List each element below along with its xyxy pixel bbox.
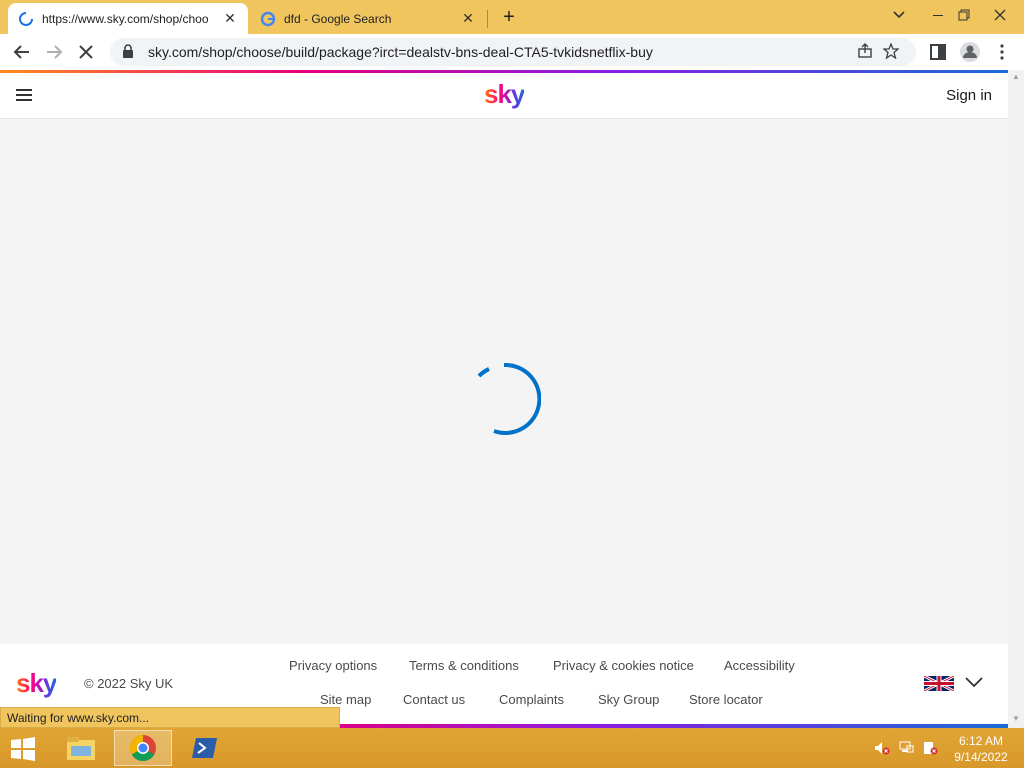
tab-title: dfd - Google Search: [284, 11, 392, 26]
clock-time: 6:12 AM: [958, 734, 1004, 748]
footer-link-complaints[interactable]: Complaints: [499, 692, 564, 707]
footer-sky-logo[interactable]: sky: [16, 668, 57, 699]
powershell-icon: [192, 738, 217, 758]
footer-link-privacy-options[interactable]: Privacy options: [289, 658, 377, 673]
powershell-taskbar-button[interactable]: [176, 730, 234, 766]
footer-link-store-locator[interactable]: Store locator: [689, 692, 763, 707]
page-scrollbar[interactable]: [1008, 70, 1024, 728]
footer-link-site-map[interactable]: Site map: [320, 692, 371, 707]
uk-flag-icon[interactable]: [924, 676, 954, 691]
close-window-button[interactable]: [980, 4, 1020, 26]
folder-icon: [67, 737, 95, 760]
site-header: sky Sign in: [0, 73, 1008, 119]
copyright-text: © 2022 Sky UK: [84, 676, 174, 691]
kebab-menu-icon[interactable]: [990, 40, 1014, 64]
scroll-up-arrow-icon[interactable]: ▲: [1012, 72, 1020, 81]
share-icon[interactable]: [852, 42, 878, 62]
lock-icon[interactable]: [122, 43, 136, 61]
windows-start-icon[interactable]: [8, 736, 38, 762]
bookmark-star-icon[interactable]: [878, 41, 904, 62]
profile-avatar-icon[interactable]: [958, 40, 982, 64]
file-explorer-button[interactable]: [52, 730, 110, 766]
chrome-taskbar-button[interactable]: [114, 730, 172, 766]
minimize-button[interactable]: [928, 4, 948, 26]
footer-link-sky-group[interactable]: Sky Group: [598, 692, 659, 707]
stop-loading-icon[interactable]: [74, 40, 98, 64]
tab-search-chevron-icon[interactable]: [888, 4, 910, 26]
sky-logo[interactable]: sky: [484, 79, 525, 110]
browser-toolbar: sky.com/shop/choose/build/package?irct=d…: [0, 34, 1024, 70]
tab-title: https://www.sky.com/shop/choo: [42, 11, 209, 26]
google-icon: [260, 11, 276, 26]
volume-muted-icon[interactable]: [874, 740, 890, 756]
close-tab-icon[interactable]: ✕: [222, 10, 238, 27]
hamburger-menu-icon[interactable]: [16, 89, 32, 103]
footer-link-contact-us[interactable]: Contact us: [403, 692, 465, 707]
tab-strip: https://www.sky.com/shop/choo ✕ dfd - Go…: [0, 0, 1024, 34]
tab-google-search[interactable]: dfd - Google Search ✕: [250, 3, 486, 34]
tab-sky[interactable]: https://www.sky.com/shop/choo ✕: [8, 3, 248, 34]
footer-link-privacy-cookies[interactable]: Privacy & cookies notice: [553, 658, 694, 673]
taskbar: 6:12 AM 9/14/2022: [0, 728, 1024, 768]
network-icon[interactable]: [898, 740, 914, 756]
tab-separator: [487, 10, 488, 28]
url-text[interactable]: sky.com/shop/choose/build/package?irct=d…: [148, 44, 852, 60]
forward-arrow-icon[interactable]: [42, 40, 66, 64]
address-bar[interactable]: sky.com/shop/choose/build/package?irct=d…: [110, 38, 916, 66]
main-content: [0, 119, 1008, 644]
new-tab-button[interactable]: +: [498, 6, 520, 28]
status-bubble: Waiting for www.sky.com...: [0, 707, 340, 728]
chrome-icon: [129, 734, 156, 762]
close-tab-icon[interactable]: ✕: [460, 10, 476, 27]
chevron-down-icon[interactable]: [964, 674, 984, 690]
action-center-icon[interactable]: [922, 740, 938, 756]
footer-link-accessibility[interactable]: Accessibility: [724, 658, 795, 673]
restore-button[interactable]: [954, 4, 974, 26]
system-clock[interactable]: 6:12 AM 9/14/2022: [946, 733, 1016, 765]
scroll-down-arrow-icon[interactable]: ▼: [1012, 714, 1020, 723]
side-panel-icon[interactable]: [926, 40, 950, 64]
back-arrow-icon[interactable]: [10, 40, 34, 64]
loading-spinner-icon: [477, 362, 541, 435]
footer-link-terms[interactable]: Terms & conditions: [409, 658, 519, 673]
loading-icon: [19, 11, 33, 26]
sign-in-link[interactable]: Sign in: [946, 87, 992, 104]
clock-date: 9/14/2022: [954, 750, 1008, 764]
